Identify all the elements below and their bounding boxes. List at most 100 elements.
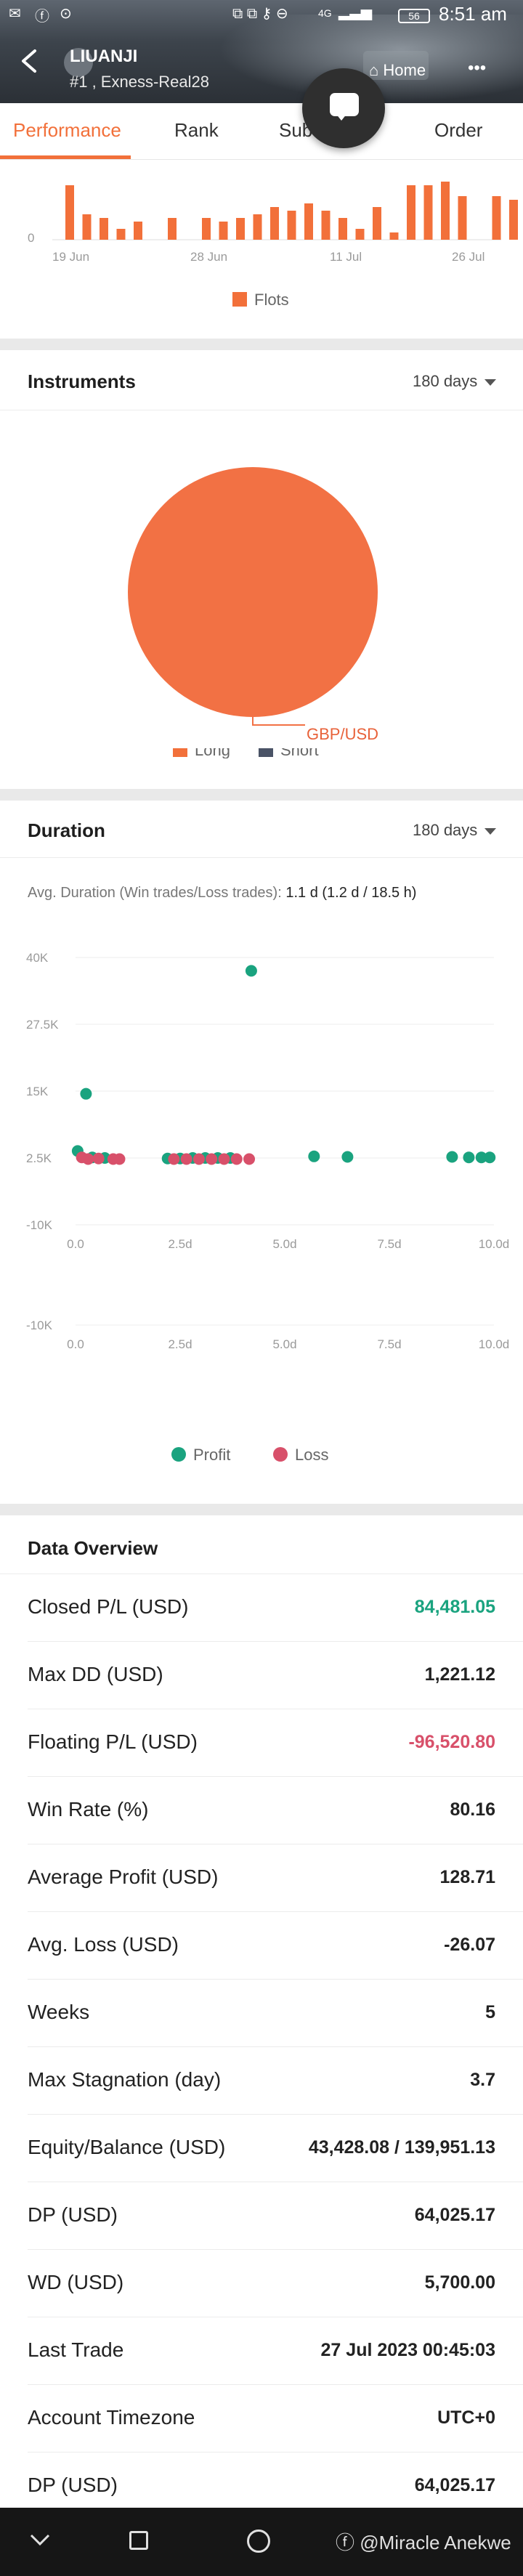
lots-legend-label: Flots: [254, 291, 289, 309]
overview-row-value: 43,428.08 / 139,951.13: [308, 2137, 495, 2158]
lots-bar: [270, 207, 279, 240]
tab-order[interactable]: Order: [434, 119, 482, 142]
lots-bar: [219, 222, 228, 240]
instruments-period-label: 180 days: [413, 372, 478, 390]
lots-x-tick: 26 Jul: [452, 250, 485, 264]
account-label: #1 , Exness-Real28: [70, 73, 209, 91]
loss-point: [82, 1153, 94, 1165]
lots-bar: [321, 211, 331, 240]
scatter-x-tick: 0.0: [67, 1337, 84, 1351]
chat-button[interactable]: [302, 68, 385, 148]
duration-period-label: 180 days: [413, 821, 478, 839]
lots-bar: [492, 196, 501, 240]
nav-down-icon[interactable]: [29, 2532, 51, 2548]
row-divider: [28, 1979, 523, 1980]
scatter-x-tick: 7.5d: [377, 1337, 401, 1351]
duration-period-select[interactable]: 180 days: [413, 821, 497, 840]
messenger-icon: ⊙: [60, 6, 72, 22]
home-icon: ⌂: [369, 61, 379, 79]
pie-label-leader: [252, 717, 305, 726]
lots-bar: [338, 218, 347, 240]
section-divider: [0, 339, 523, 350]
overview-row-value: -96,520.80: [408, 1732, 495, 1752]
lots-bar: [82, 214, 92, 240]
overview-row-value: 1,221.12: [424, 1664, 495, 1685]
tab-rank[interactable]: Rank: [174, 119, 219, 142]
section-divider: [0, 1504, 523, 1515]
watermark-text: @Miracle Anekwe: [360, 2532, 511, 2553]
legend-label-long: Long: [195, 748, 230, 758]
row-divider: [28, 2452, 523, 2453]
back-button[interactable]: [16, 46, 45, 76]
facebook-icon: ⓕ: [336, 2532, 355, 2553]
scatter-y-tick: -10K: [26, 1218, 53, 1232]
overview-row-value: 64,025.17: [414, 2205, 495, 2225]
loss-point: [218, 1153, 230, 1165]
chevron-down-icon: [485, 378, 497, 386]
lots-bar: [355, 229, 365, 240]
tab-performance[interactable]: Performance: [13, 119, 121, 142]
lots-x-tick: 28 Jun: [190, 250, 228, 264]
avg-duration-value: 1.1 d (1.2 d / 18.5 h): [285, 885, 417, 901]
overview-row-value: -26.07: [444, 1935, 495, 1955]
battery-icon: 56: [398, 9, 430, 23]
profit-point: [484, 1151, 496, 1164]
tab-bar: Performance Rank Sub Order: [0, 103, 523, 160]
row-divider: [28, 1911, 523, 1912]
scatter-x-tick: 10.0d: [479, 1237, 510, 1251]
row-divider: [28, 1641, 523, 1642]
loss-point: [230, 1153, 243, 1165]
overview-row-value: 5: [485, 2002, 495, 2022]
scatter-x-tick: 2.5d: [168, 1237, 192, 1251]
profit-point: [446, 1151, 458, 1163]
lots-x-tick: 19 Jun: [52, 250, 90, 264]
lots-bar: [389, 232, 399, 240]
nav-home-icon[interactable]: [247, 2530, 270, 2553]
instruments-legend: Long Short: [0, 748, 523, 758]
profit-point: [308, 1150, 320, 1162]
signal-icon: ▂▃▅: [338, 4, 373, 20]
profit-point: [341, 1151, 354, 1163]
scatter-x-tick: 2.5d: [168, 1337, 192, 1351]
overview-row-label: WD (USD): [28, 2271, 124, 2293]
overview-row-value: 27 Jul 2023 00:45:03: [320, 2340, 495, 2360]
lots-bar: [100, 218, 108, 240]
scatter-x-tick: 5.0d: [272, 1237, 296, 1251]
overview-row-label: Floating P/L (USD): [28, 1730, 198, 1753]
nav-recents-icon[interactable]: [129, 2531, 148, 2550]
lots-bar: [304, 203, 313, 240]
loss-point: [180, 1153, 192, 1165]
scatter-x-tick: 10.0d: [479, 1337, 510, 1351]
watermark: ⓕ @Miracle Anekwe: [336, 2528, 511, 2555]
duration-scatter-chart: 40K 27.5K 15K 2.5K -10K 0.0 2.5d 5.0d 7.5d 10.0d: [26, 951, 510, 1251]
scatter-y-tick: 2.5K: [26, 1151, 52, 1165]
row-divider: [28, 2114, 523, 2115]
profit-point: [245, 965, 257, 977]
overview-title: Data Overview: [28, 1537, 158, 1559]
lots-bar: [441, 182, 450, 240]
scatter-x-tick: 5.0d: [272, 1337, 296, 1351]
instruments-period-select[interactable]: 180 days: [413, 372, 497, 391]
message-icon: ✉: [9, 6, 21, 22]
lots-bar: [116, 229, 126, 240]
home-label: Home: [383, 61, 426, 79]
more-menu-button[interactable]: •••: [468, 58, 486, 78]
lots-bar: [236, 218, 245, 240]
home-button[interactable]: ⌂ Home: [369, 61, 426, 80]
avg-duration-label: Avg. Duration (Win trades/Loss trades):: [28, 885, 282, 901]
overview-row-label: Account Timezone: [28, 2406, 195, 2429]
legend-swatch-long: [173, 748, 187, 757]
duration-scatter-chart-overlap: -10K 0.0 2.5d 5.0d 7.5d 10.0d: [26, 1319, 510, 1351]
system-nav-bar: ⓕ @Miracle Anekwe: [0, 2508, 523, 2576]
loss-point: [113, 1153, 126, 1165]
active-tab-indicator: [0, 155, 131, 159]
section-divider: [0, 789, 523, 801]
overview-row-value: UTC+0: [437, 2407, 495, 2428]
scatter-y-tick: 27.5K: [26, 1018, 59, 1032]
overview-row-value: 5,700.00: [424, 2272, 495, 2293]
scatter-y-tick: 15K: [26, 1085, 49, 1098]
overview-row-label: Max DD (USD): [28, 1663, 163, 1685]
instruments-title: Instruments: [28, 370, 136, 392]
row-divider: [28, 2384, 523, 2385]
lots-bar: [168, 218, 177, 240]
